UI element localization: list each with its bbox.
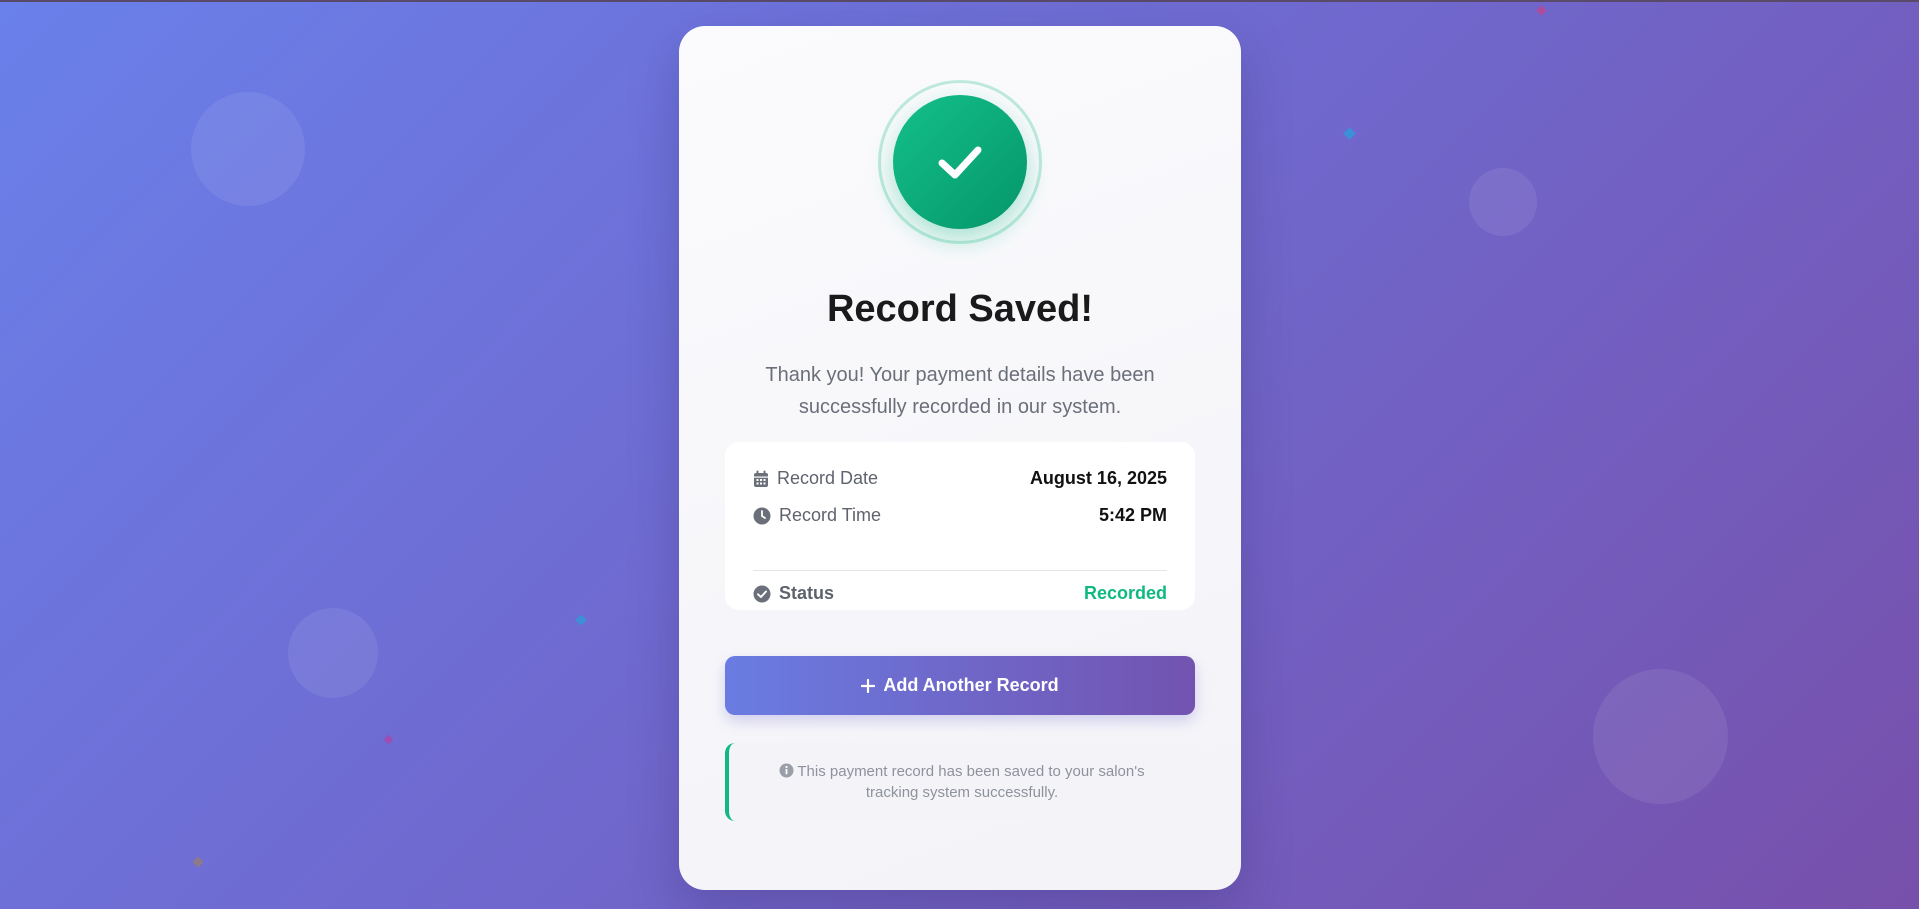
- detail-label: Record Time: [753, 505, 881, 526]
- clock-icon: [753, 507, 771, 524]
- details-divider: [753, 570, 1167, 571]
- info-note-content: This payment record has been saved to yo…: [769, 761, 1155, 803]
- detail-label-text: Record Date: [777, 468, 879, 488]
- detail-row-record-date: Record Date August 16, 2025: [753, 468, 1167, 489]
- detail-value: 5:42 PM: [1098, 505, 1167, 525]
- detail-label: Status: [753, 583, 834, 604]
- detail-label: Record Date: [753, 468, 878, 489]
- success-badge: [893, 95, 1027, 229]
- status-badge: Recorded: [1083, 583, 1167, 603]
- background-bubble: [1469, 168, 1537, 236]
- detail-label-text: Status: [779, 583, 835, 603]
- success-description: Thank you! Your payment details have bee…: [765, 364, 1155, 418]
- info-icon: [779, 763, 794, 778]
- add-another-record-label: Add Another Record: [883, 675, 1059, 695]
- confetti-diamond: [383, 734, 394, 745]
- info-note-text: This payment record has been saved to yo…: [797, 763, 1145, 801]
- background-bubble: [191, 92, 305, 206]
- detail-value: August 16, 2025: [1029, 468, 1167, 488]
- detail-row-status: Status Recorded: [753, 583, 1167, 604]
- confetti-diamond: [575, 614, 587, 626]
- add-another-record-button[interactable]: Add Another Record: [725, 656, 1195, 715]
- background-bubble: [1593, 669, 1728, 804]
- detail-row-record-time: Record Time 5:42 PM: [753, 505, 1167, 526]
- detail-label-text: Record Time: [779, 505, 882, 525]
- check-circle-icon: [753, 585, 771, 602]
- calendar-icon: [754, 470, 768, 487]
- info-note: This payment record has been saved to yo…: [725, 743, 1195, 821]
- top-border: [0, 0, 1919, 2]
- checkmark-icon: [938, 146, 982, 179]
- confetti-diamond: [1343, 127, 1356, 140]
- confetti-diamond: [192, 856, 204, 868]
- record-details-panel: Record Date August 16, 2025 Record Time …: [725, 442, 1195, 610]
- success-card: Record Saved! Thank you! Your payment de…: [679, 26, 1241, 890]
- page-title: Record Saved!: [826, 288, 1094, 330]
- background-bubble: [288, 608, 378, 698]
- plus-icon: [861, 678, 876, 693]
- confetti-diamond: [1536, 5, 1547, 16]
